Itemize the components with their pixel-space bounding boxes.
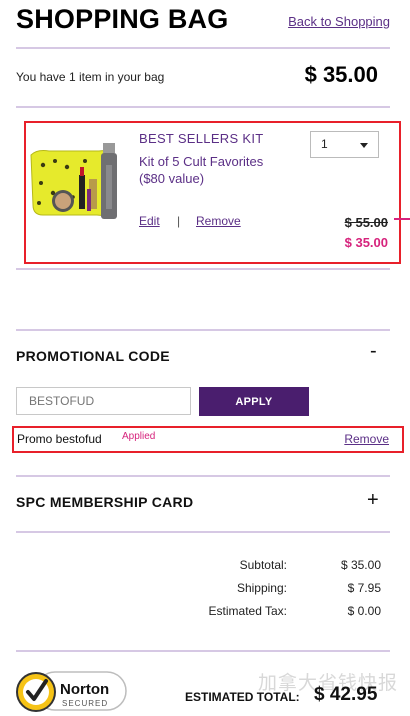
divider [16,531,390,533]
divider [16,650,390,652]
promo-status-badge: Applied [122,431,156,442]
spc-section-title[interactable]: SPC MEMBERSHIP CARD [16,494,193,510]
estimated-total-value: $ 42.95 [314,684,378,705]
link-separator: | [177,214,181,228]
divider [16,329,390,331]
subtotal-value: $ 35.00 [340,558,381,572]
tax-row: Estimated Tax: $ 0.00 [16,604,381,622]
original-price: $ 55.00 [344,215,388,230]
remove-item-link[interactable]: Remove [196,214,241,228]
promo-code-input[interactable] [16,387,191,415]
remove-promo-link[interactable]: Remove [344,432,389,446]
product-image [30,143,117,219]
edit-item-link[interactable]: Edit [139,214,160,228]
item-description: Kit of 5 Cult Favorites ($80 value) [139,154,264,186]
tax-label: Estimated Tax: [208,604,287,618]
divider [16,47,390,49]
promo-section-title[interactable]: PROMOTIONAL CODE [16,348,170,364]
cart-item: BEST SELLERS KIT Kit of 5 Cult Favorites… [24,121,401,264]
norton-brand-text: Norton [60,681,109,698]
header: SHOPPING BAG Back to Shopping [16,0,394,48]
sale-price: $ 35.00 [344,235,388,250]
shipping-value: $ 7.95 [347,581,381,595]
subtotal-row: Subtotal: $ 35.00 [16,558,381,576]
estimated-total-label: ESTIMATED TOTAL: [185,690,300,704]
chevron-down-icon [360,143,368,148]
divider [16,475,390,477]
quantity-select[interactable]: 1 [310,131,379,158]
shipping-label: Shipping: [236,581,287,595]
divider [16,268,390,270]
bag-total: $ 35.00 [304,62,378,87]
subtotal-label: Subtotal: [239,558,287,572]
applied-promo: Promo bestofud Applied Remove [12,426,404,453]
annotation-arrow [394,218,410,220]
norton-sub-text: SECURED [62,699,108,708]
shipping-row: Shipping: $ 7.95 [16,581,381,599]
bag-item-count: You have 1 item in your bag [16,70,165,84]
item-name[interactable]: BEST SELLERS KIT [139,131,264,146]
applied-promo-code: Promo bestofud [17,432,102,446]
tax-value: $ 0.00 [347,604,381,618]
promo-collapse-toggle[interactable]: - [370,340,377,363]
apply-promo-button[interactable]: APPLY [199,387,309,416]
norton-secured-badge: Norton SECURED [16,671,127,712]
page-title: SHOPPING BAG [16,4,229,34]
divider [16,106,390,108]
quantity-value: 1 [321,137,328,151]
back-to-shopping-link[interactable]: Back to Shopping [288,14,390,29]
spc-expand-toggle[interactable]: + [367,489,379,512]
